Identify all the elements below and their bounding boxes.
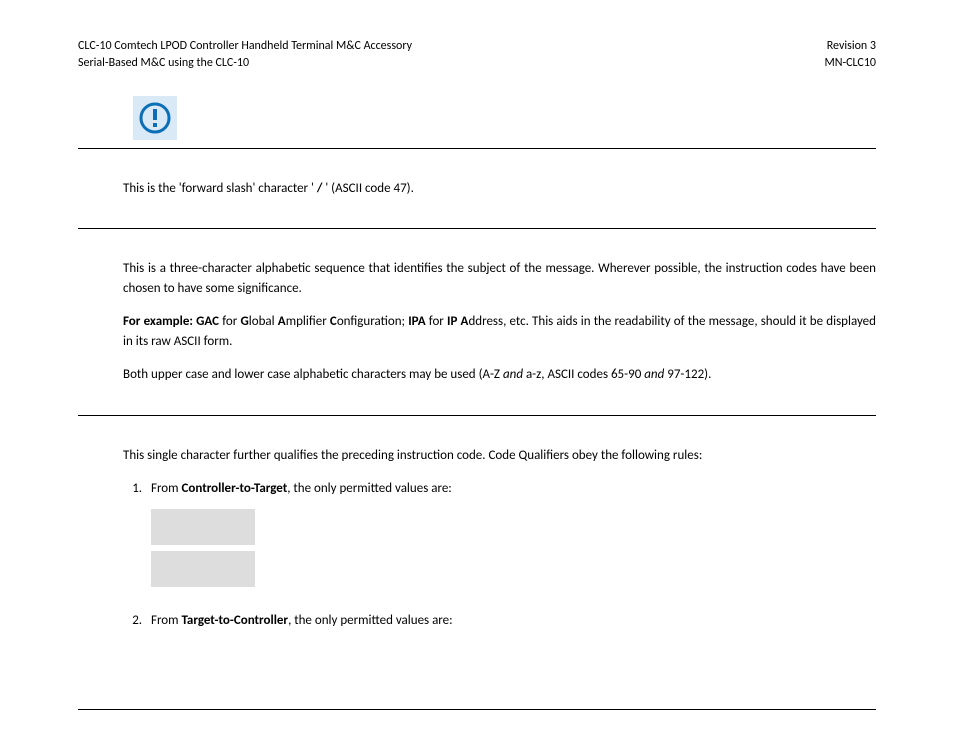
p3-and1: and [503, 367, 523, 382]
page-header: CLC-10 Comtech LPOD Controller Handheld … [78, 38, 876, 72]
instruction-para1: This is a three-character alphabetic seq… [123, 259, 876, 298]
p2-mid1: for [219, 314, 240, 329]
li1-pre: From [151, 481, 181, 496]
p2-c: C [330, 314, 337, 329]
header-revision: Revision 3 [824, 38, 876, 55]
section-qualifier: This single character further qualifies … [78, 416, 876, 675]
header-left: CLC-10 Comtech LPOD Controller Handheld … [78, 38, 412, 72]
section-instruction-code: This is a three-character alphabetic seq… [78, 229, 876, 415]
p2-onfig: onfiguration; [337, 314, 408, 329]
instruction-para2: For example: GAC for Global Amplifier Co… [123, 312, 876, 351]
p3-and2: and [644, 367, 664, 382]
header-right: Revision 3 MN-CLC10 [824, 38, 876, 72]
li2-post: , the only permitted values are: [288, 613, 453, 628]
text-pre: This is the 'forward slash' character ' [123, 181, 317, 196]
p3-mid: a-z, ASCII codes 65-90 [523, 367, 644, 382]
header-title-line2: Serial-Based M&C using the CLC-10 [78, 55, 412, 72]
value-boxes [151, 509, 876, 587]
text-post: ' (ASCII code 47). [322, 181, 414, 196]
li1-bold: Controller-to-Target [181, 481, 287, 496]
p2-ip: IP A [447, 314, 468, 329]
value-box-2 [151, 551, 255, 587]
instruction-para3: Both upper case and lower case alphabeti… [123, 365, 876, 385]
p2-for2: for [426, 314, 447, 329]
p2-g: G [240, 314, 248, 329]
divider-4 [78, 709, 876, 710]
value-box-1 [151, 509, 255, 545]
list-item-2: From Target-to-Controller, the only perm… [145, 611, 876, 631]
qualifier-list: From Controller-to-Target, the only perm… [123, 479, 876, 630]
p2-a: A [278, 314, 286, 329]
p3-post: 97-122). [664, 367, 711, 382]
notice-row [78, 96, 876, 140]
header-title-line1: CLC-10 Comtech LPOD Controller Handheld … [78, 38, 412, 55]
li2-bold: Target-to-Controller [181, 613, 288, 628]
p2-lobal: lobal [249, 314, 278, 329]
p2-mplifier: mplifier [286, 314, 330, 329]
qualifier-intro: This single character further qualifies … [123, 446, 876, 466]
important-icon [133, 96, 177, 140]
p3-pre: Both upper case and lower case alphabeti… [123, 367, 503, 382]
header-docnum: MN-CLC10 [824, 55, 876, 72]
forward-slash-text: This is the 'forward slash' character ' … [123, 179, 876, 199]
section-forward-slash: This is the 'forward slash' character ' … [78, 149, 876, 229]
li2-pre: From [151, 613, 181, 628]
list-item-1: From Controller-to-Target, the only perm… [145, 479, 876, 587]
p2-ipa: IPA [408, 314, 425, 329]
li1-post: , the only permitted values are: [287, 481, 452, 496]
p2-pre: For example: GAC [123, 314, 219, 329]
